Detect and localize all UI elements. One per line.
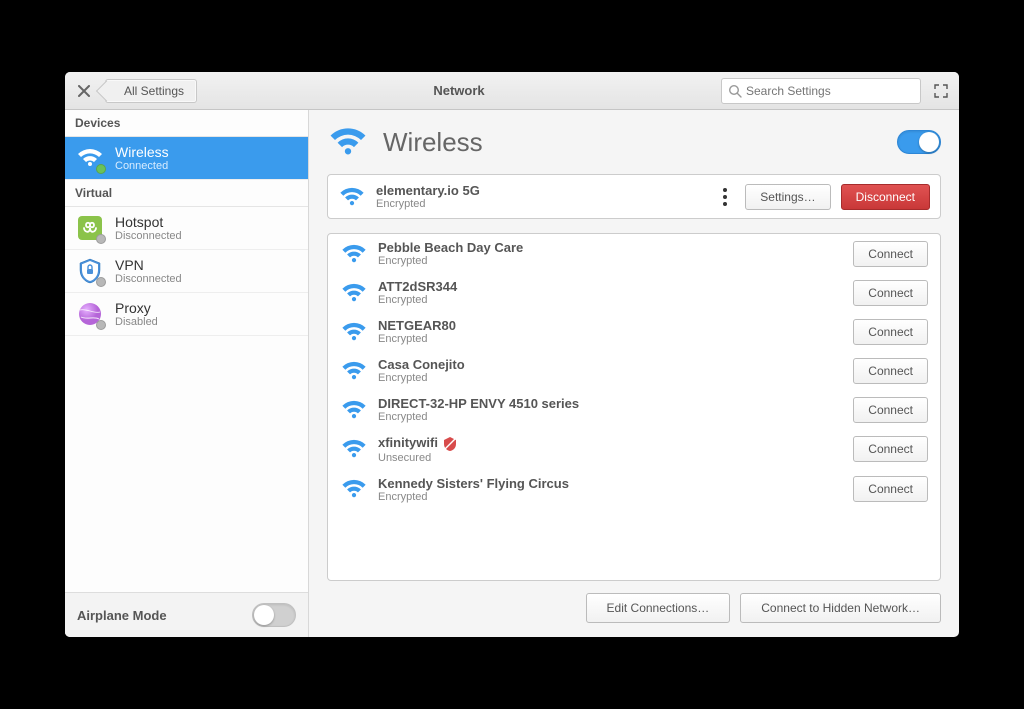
- connect-hidden-button[interactable]: Connect to Hidden Network…: [740, 593, 941, 623]
- wifi-icon: [340, 242, 368, 266]
- network-row: DIRECT-32-HP ENVY 4510 seriesEncrypted Co…: [328, 390, 940, 429]
- proxy-icon: [75, 299, 105, 329]
- wireless-toggle[interactable]: [897, 130, 941, 154]
- sidebar-item-vpn[interactable]: VPN Disconnected: [65, 250, 308, 293]
- network-menu-button[interactable]: [715, 188, 735, 206]
- connect-button[interactable]: Connect: [853, 241, 928, 267]
- vpn-icon: [75, 256, 105, 286]
- network-row: ATT2dSR344Encrypted Connect: [328, 273, 940, 312]
- network-row: Kennedy Sisters' Flying CircusEncrypted C…: [328, 470, 940, 509]
- sidebar-item-sub: Disconnected: [115, 230, 182, 242]
- network-row: Pebble Beach Day CareEncrypted Connect: [328, 234, 940, 273]
- network-name: Pebble Beach Day Care: [378, 240, 843, 255]
- network-list-scroll[interactable]: Pebble Beach Day CareEncryptedConnectATT…: [328, 234, 940, 580]
- airplane-toggle[interactable]: [252, 603, 296, 627]
- sidebar-item-hotspot[interactable]: Hotspot Disconnected: [65, 207, 308, 250]
- status-dot-connected: [96, 164, 106, 174]
- sidebar-item-label: Wireless: [115, 144, 169, 160]
- sidebar-section-devices: Devices: [65, 110, 308, 137]
- network-sub: Encrypted: [378, 294, 843, 306]
- current-network-name: elementary.io 5G: [376, 183, 705, 198]
- footer: Edit Connections… Connect to Hidden Netw…: [327, 593, 941, 623]
- sidebar-section-virtual: Virtual: [65, 180, 308, 207]
- sidebar-item-label: Proxy: [115, 300, 158, 316]
- connect-button[interactable]: Connect: [853, 358, 928, 384]
- sidebar-item-sub: Disabled: [115, 316, 158, 328]
- network-name: xfinitywifi: [378, 435, 843, 452]
- network-list: Pebble Beach Day CareEncryptedConnectATT…: [327, 233, 941, 581]
- maximize-button[interactable]: [931, 84, 951, 98]
- network-name: Kennedy Sisters' Flying Circus: [378, 476, 843, 491]
- wifi-icon: [340, 398, 368, 422]
- network-name: NETGEAR80: [378, 318, 843, 333]
- wifi-icon: [340, 281, 368, 305]
- connect-button[interactable]: Connect: [853, 476, 928, 502]
- network-sub: Encrypted: [378, 411, 843, 423]
- wifi-icon: [75, 143, 105, 173]
- main-panel: Wireless elementary.io 5G Encrypted Sett…: [309, 110, 959, 637]
- sidebar-item-wireless[interactable]: Wireless Connected: [65, 137, 308, 180]
- network-row: Casa ConejitoEncrypted Connect: [328, 351, 940, 390]
- network-sub: Encrypted: [378, 372, 843, 384]
- wifi-large-icon: [327, 124, 369, 160]
- sidebar-item-sub: Disconnected: [115, 273, 182, 285]
- breadcrumb-label: All Settings: [124, 84, 184, 98]
- sidebar-list: Devices Wireless Connected Virtual: [65, 110, 308, 592]
- network-name: DIRECT-32-HP ENVY 4510 series: [378, 396, 843, 411]
- hotspot-icon: [75, 213, 105, 243]
- connect-button[interactable]: Connect: [853, 436, 928, 462]
- wifi-icon: [340, 359, 368, 383]
- disconnect-button[interactable]: Disconnect: [841, 184, 930, 210]
- expand-icon: [934, 84, 948, 98]
- wifi-icon: [340, 477, 368, 501]
- close-button[interactable]: [73, 80, 95, 102]
- settings-button[interactable]: Settings…: [745, 184, 830, 210]
- page-title: Wireless: [383, 127, 483, 158]
- network-name: Casa Conejito: [378, 357, 843, 372]
- unsecured-icon: [442, 436, 458, 452]
- current-network-card: elementary.io 5G Encrypted Settings… Dis…: [327, 174, 941, 219]
- sidebar-item-label: VPN: [115, 257, 182, 273]
- status-dot-disabled: [96, 320, 106, 330]
- network-name: ATT2dSR344: [378, 279, 843, 294]
- network-row: NETGEAR80Encrypted Connect: [328, 312, 940, 351]
- sidebar-item-label: Hotspot: [115, 214, 182, 230]
- network-row: xfinitywifi Unsecured Connect: [328, 429, 940, 470]
- breadcrumb-all-settings[interactable]: All Settings: [105, 79, 197, 103]
- connect-button[interactable]: Connect: [853, 319, 928, 345]
- search-icon: [728, 84, 742, 98]
- airplane-label: Airplane Mode: [77, 608, 167, 623]
- wifi-icon: [338, 185, 366, 209]
- status-dot-disconnected: [96, 277, 106, 287]
- connect-button[interactable]: Connect: [853, 280, 928, 306]
- window-body: Devices Wireless Connected Virtual: [65, 110, 959, 637]
- search-input[interactable]: [742, 84, 914, 98]
- wifi-icon: [340, 320, 368, 344]
- window-title: Network: [197, 83, 721, 98]
- status-dot-disconnected: [96, 234, 106, 244]
- titlebar: All Settings Network: [65, 72, 959, 110]
- edit-connections-button[interactable]: Edit Connections…: [586, 593, 731, 623]
- search-box[interactable]: [721, 78, 921, 104]
- current-network-sub: Encrypted: [376, 198, 705, 210]
- sidebar-item-proxy[interactable]: Proxy Disabled: [65, 293, 308, 336]
- sidebar-item-sub: Connected: [115, 160, 169, 172]
- network-sub: Encrypted: [378, 333, 843, 345]
- main-header: Wireless: [327, 110, 941, 174]
- airplane-mode-row: Airplane Mode: [65, 592, 308, 637]
- network-window: All Settings Network Devices Wireless: [65, 72, 959, 637]
- close-icon: [78, 85, 90, 97]
- network-sub: Encrypted: [378, 491, 843, 503]
- connect-button[interactable]: Connect: [853, 397, 928, 423]
- sidebar: Devices Wireless Connected Virtual: [65, 110, 309, 637]
- wifi-icon: [340, 437, 368, 461]
- network-sub: Unsecured: [378, 452, 843, 464]
- network-sub: Encrypted: [378, 255, 843, 267]
